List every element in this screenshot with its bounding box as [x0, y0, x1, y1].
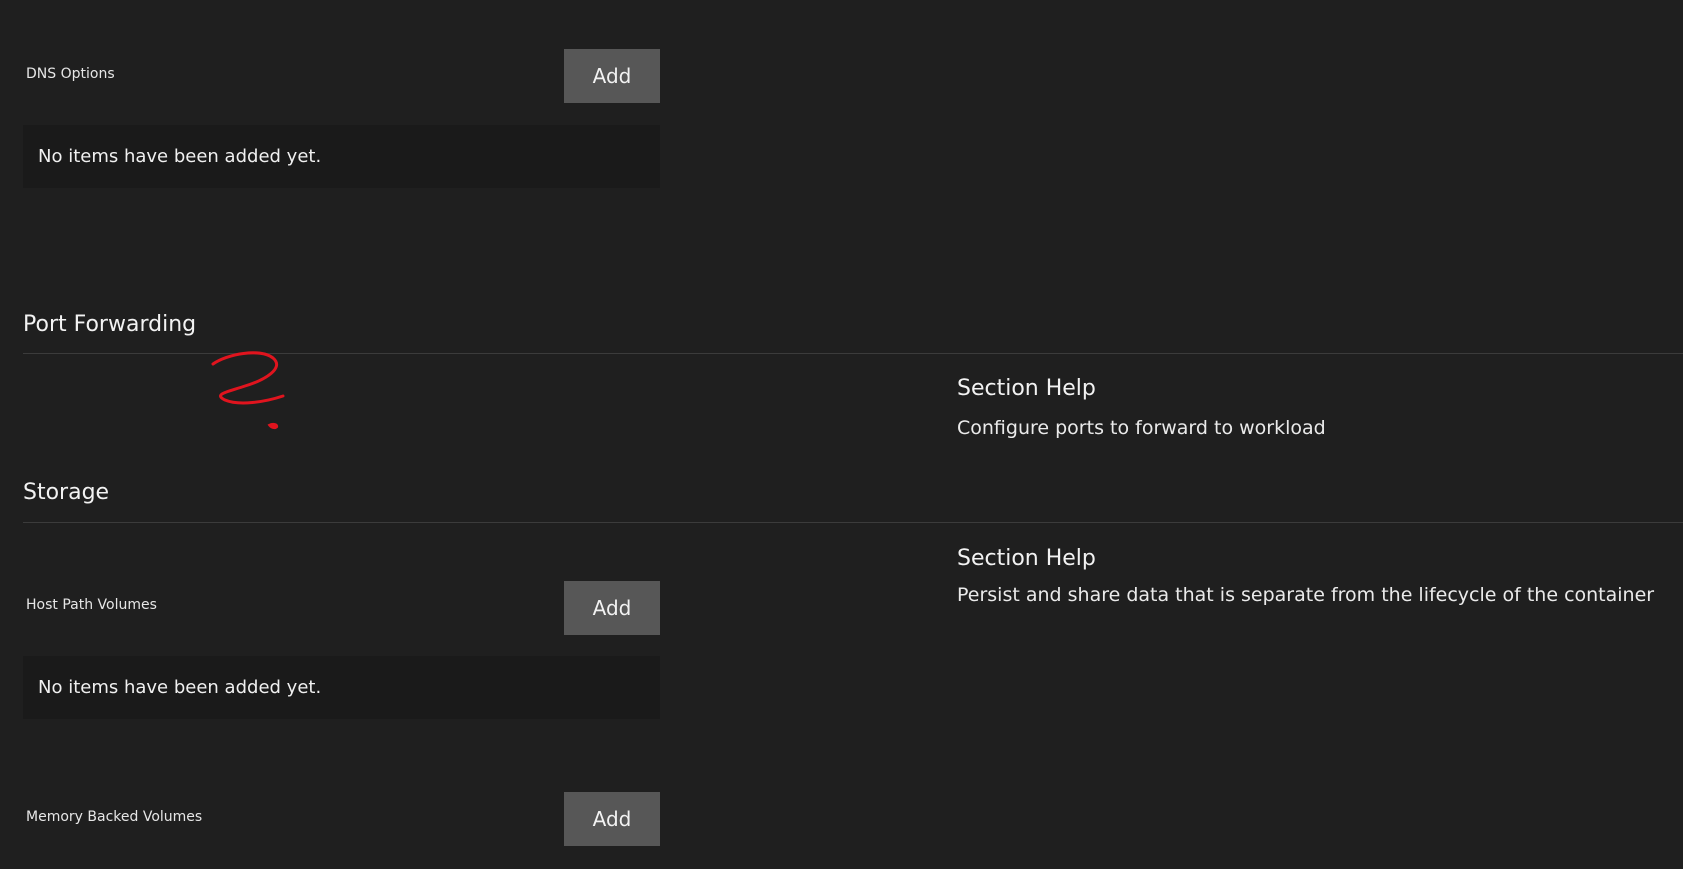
- memory-backed-volumes-label: Memory Backed Volumes: [26, 809, 203, 825]
- dns-options-add-button[interactable]: Add: [564, 49, 660, 103]
- storage-section-title: Storage: [23, 480, 110, 505]
- storage-help-title: Section Help: [957, 546, 1096, 571]
- dns-options-empty-list: No items have been added yet.: [23, 125, 660, 188]
- port-forwarding-help-text: Configure ports to forward to workload: [957, 417, 1326, 439]
- host-path-volumes-label: Host Path Volumes: [26, 597, 157, 613]
- question-mark-scribble-icon: [211, 351, 285, 430]
- dns-options-label: DNS Options: [26, 66, 115, 82]
- port-forwarding-section-title: Port Forwarding: [23, 312, 197, 337]
- host-path-volumes-add-button[interactable]: Add: [564, 581, 660, 635]
- dns-options-empty-text: No items have been added yet.: [38, 146, 322, 167]
- storage-divider: [23, 522, 1683, 523]
- memory-backed-volumes-add-button[interactable]: Add: [564, 792, 660, 846]
- port-forwarding-help-title: Section Help: [957, 376, 1096, 401]
- host-path-volumes-empty-list: No items have been added yet.: [23, 656, 660, 719]
- host-path-volumes-empty-text: No items have been added yet.: [38, 677, 322, 698]
- storage-help-text: Persist and share data that is separate …: [957, 584, 1655, 606]
- app-settings-page: DNS Options Add No items have been added…: [0, 0, 1683, 869]
